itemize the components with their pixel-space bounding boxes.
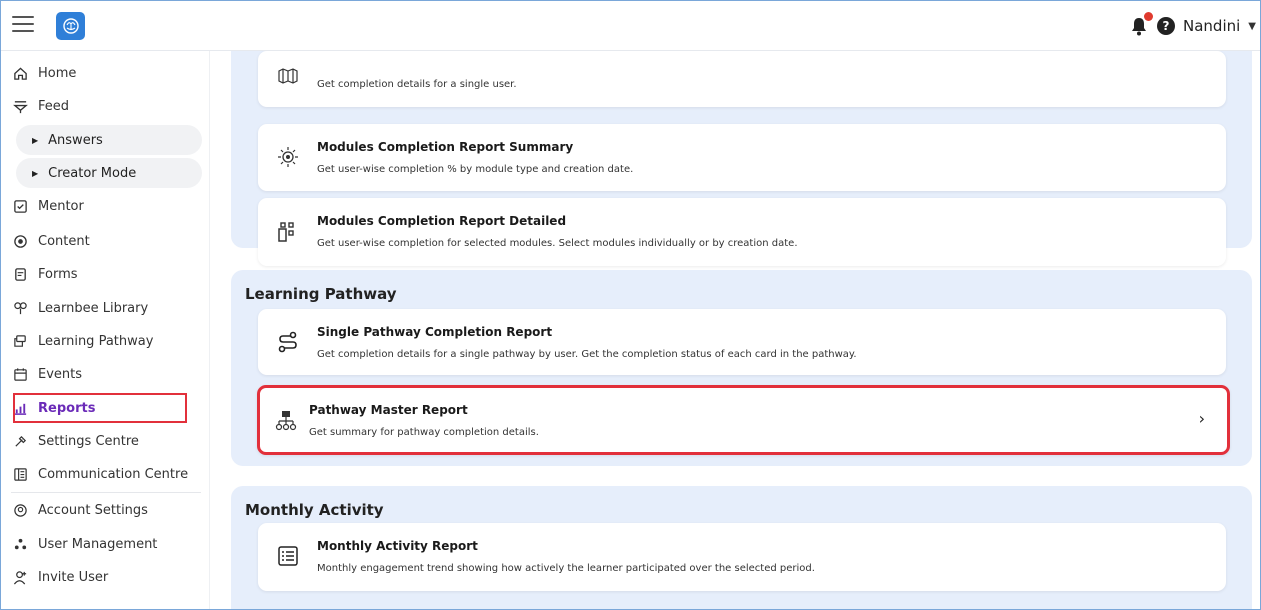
checkbox-icon [11,197,29,215]
report-card-description: Get user-wise completion for selected mo… [317,238,798,249]
help-icon[interactable]: ? [1157,17,1175,35]
caret-down-icon[interactable]: ▼ [1248,21,1256,32]
sidebar-item-learnbee-library[interactable]: Learnbee Library [11,293,199,323]
sidebar-item-invite-user[interactable]: Invite User [11,562,199,592]
sidebar-item-label: Learning Pathway [38,333,154,349]
section-title: Learning Pathway [245,285,397,303]
calendar-icon [11,365,29,383]
route-icon [276,330,300,354]
sidebar-item-label: Answers [48,132,103,148]
feed-icon [11,97,29,115]
report-card-title: Monthly Activity Report [317,539,478,553]
settings-icon [11,432,29,450]
sidebar-item-label: Learnbee Library [38,300,149,316]
section-learning-pathway: Learning Pathway Single Pathway Completi… [231,270,1252,466]
caret-right-icon: ▶ [32,135,39,145]
report-card-single-user[interactable]: Get completion details for a single user… [258,51,1226,107]
report-card-pathway-master[interactable]: Pathway Master Report Get summary for pa… [257,385,1230,455]
sidebar-item-forms[interactable]: Forms [11,259,199,289]
report-card-description: Monthly engagement trend showing how act… [317,563,815,574]
reports-main: Get completion details for a single user… [211,31,1260,609]
chevron-right-icon[interactable]: › [1199,409,1205,428]
sidebar-item-label: Forms [38,266,78,282]
sidebar-item-events[interactable]: Events [11,359,199,389]
sidebar-item-answers[interactable]: ▶ Answers [16,125,202,155]
menu-icon[interactable] [12,16,34,34]
modules-icon [276,145,300,169]
grid-icon [276,64,300,88]
sidebar-item-feed[interactable]: Feed [11,91,199,121]
sidebar-item-label: Settings Centre [38,433,139,449]
top-bar: ? Nandini ▼ [1,1,1260,51]
report-card-title: Single Pathway Completion Report [317,325,553,339]
sidebar-item-label: Communication Centre [38,466,189,482]
sidebar-item-label: Content [38,233,90,249]
sidebar-item-content[interactable]: Content [11,226,199,256]
org-chart-icon [274,409,298,433]
communication-icon [11,465,29,483]
sidebar-item-creator-mode[interactable]: ▶ Creator Mode [16,158,202,188]
sidebar-item-label: Invite User [38,569,109,585]
report-card-title: Modules Completion Report Detailed [317,214,567,228]
sidebar-item-user-management[interactable]: User Management [11,529,199,559]
report-card-description: Get user-wise completion % by module typ… [317,164,634,175]
report-card-modules-detailed[interactable]: Modules Completion Report Detailed Get u… [258,198,1226,266]
caret-right-icon: ▶ [32,168,39,178]
app-frame: ? Nandini ▼ Home Feed ▶ Answers ▶ Creato… [0,0,1261,610]
report-card-description: Get summary for pathway completion detai… [309,427,539,438]
account-icon [11,501,29,519]
section-title: Monthly Activity [245,501,384,519]
sidebar: Home Feed ▶ Answers ▶ Creator Mode Mento… [1,51,210,609]
user-name[interactable]: Nandini [1183,17,1240,35]
sidebar-item-label: Feed [38,98,70,114]
user-menu[interactable]: ? Nandini ▼ [1129,12,1256,39]
home-icon [11,64,29,82]
sidebar-item-label: Home [38,65,77,81]
sidebar-item-settings-centre[interactable]: Settings Centre [11,426,199,456]
report-card-description: Get completion details for a single path… [317,349,857,360]
report-card-single-pathway[interactable]: Single Pathway Completion Report Get com… [258,309,1226,375]
pathway-icon [11,332,29,350]
sidebar-item-home[interactable]: Home [11,58,199,88]
modules-detailed-icon [276,220,300,244]
sidebar-item-learning-pathway[interactable]: Learning Pathway [11,326,199,356]
sidebar-item-label: User Management [38,536,158,552]
users-icon [11,535,29,553]
report-card-modules-summary[interactable]: Modules Completion Report Summary Get us… [258,124,1226,191]
sidebar-item-label: Creator Mode [48,165,137,181]
notification-dot [1144,12,1153,21]
report-card-title: Modules Completion Report Summary [317,140,574,154]
sidebar-item-label: Mentor [38,198,84,214]
content-icon [11,232,29,250]
list-icon [276,544,300,568]
sidebar-item-label: Account Settings [38,502,148,518]
invite-icon [11,568,29,586]
sidebar-item-communication-centre[interactable]: Communication Centre [11,459,199,489]
library-icon [11,299,29,317]
report-card-description: Get completion details for a single user… [317,79,517,90]
sidebar-divider [11,492,201,493]
report-card-monthly-activity[interactable]: Monthly Activity Report Monthly engageme… [258,523,1226,591]
sidebar-item-label: Events [38,366,83,382]
sidebar-item-account-settings[interactable]: Account Settings [11,495,199,525]
brain-logo-icon[interactable] [56,12,85,40]
forms-icon [11,265,29,283]
report-card-title: Pathway Master Report [309,403,468,417]
bell-icon[interactable] [1129,12,1153,37]
section-user-reports: Get completion details for a single user… [231,31,1252,266]
section-monthly-activity: Monthly Activity Monthly Activity Report… [231,486,1252,609]
sidebar-item-mentor[interactable]: Mentor [11,191,199,221]
reports-highlight [13,393,187,423]
